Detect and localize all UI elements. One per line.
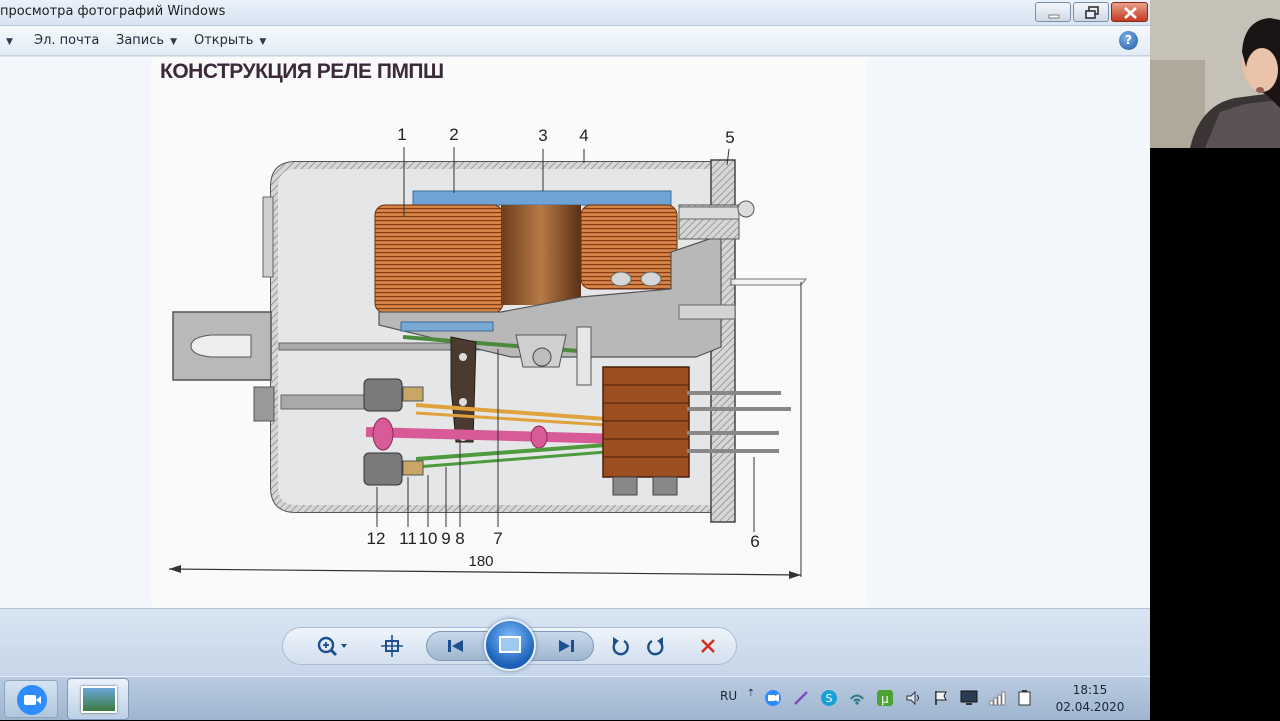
- menu-bar: ▼ Эл. почта Запись ▼ Открыть ▼ ?: [0, 26, 1150, 56]
- dimension-label: 180: [468, 553, 493, 570]
- callout-label: 10: [419, 529, 438, 548]
- minimize-icon: [1048, 14, 1060, 19]
- taskbar: RU ⇡ S µ 18:15 02.04.2020: [0, 676, 1150, 720]
- photo-viewer-window: просмотра фотографий Windows ▼ Эл. почта…: [0, 0, 1150, 720]
- viewer-controls: [0, 608, 1150, 676]
- photo-viewer-app-button[interactable]: [67, 678, 129, 720]
- clock-time: 18:15: [1072, 683, 1108, 697]
- callout-label: 1: [397, 125, 406, 144]
- menu-open-label: Открыть: [194, 33, 254, 48]
- chevron-up-icon[interactable]: ⇡: [742, 685, 760, 703]
- battery-icon[interactable]: [1016, 689, 1034, 707]
- callout-label: 5: [725, 128, 734, 147]
- callout-label: 9: [441, 529, 450, 548]
- callout-label: 8: [455, 529, 464, 548]
- actual-size-icon[interactable]: [377, 632, 407, 660]
- menu-burn[interactable]: Запись ▼: [116, 33, 177, 48]
- flag-icon[interactable]: [932, 689, 950, 707]
- callout-label: 11: [399, 529, 417, 548]
- restore-button[interactable]: [1073, 2, 1109, 22]
- callout-label: 4: [579, 126, 588, 145]
- wifi-hotspot-icon[interactable]: [848, 689, 866, 707]
- image-viewport[interactable]: 1 2 3 4 5 12 11 10 9 8 7 6 180 КОНСТРУКЦ…: [0, 57, 1150, 608]
- callout-label: 12: [367, 529, 386, 548]
- chevron-down-icon: ▼: [259, 37, 267, 47]
- menu-open[interactable]: Открыть ▼: [194, 33, 266, 48]
- system-tray: RU ⇡ S µ 18:15 02.04.2020: [690, 677, 1150, 721]
- presenter-video-icon: [1150, 0, 1280, 148]
- callout-label: 6: [750, 532, 759, 551]
- help-icon[interactable]: ?: [1119, 31, 1138, 50]
- slideshow-icon[interactable]: [484, 619, 536, 671]
- photo-title: КОНСТРУКЦИЯ РЕЛЕ ПМПШ: [160, 60, 444, 83]
- zoom-tray-icon[interactable]: [764, 689, 782, 707]
- svg-text:S: S: [826, 692, 833, 705]
- rotate-left-icon[interactable]: [605, 632, 635, 660]
- close-button[interactable]: [1111, 2, 1148, 22]
- volume-icon[interactable]: [904, 689, 922, 707]
- menu-burn-label: Запись: [116, 33, 165, 48]
- skype-icon[interactable]: S: [820, 689, 838, 707]
- zoom-icon[interactable]: [311, 632, 351, 660]
- previous-icon[interactable]: [441, 632, 471, 660]
- callout-label: 2: [449, 125, 458, 144]
- display-icon[interactable]: [960, 689, 978, 707]
- webcam-video-feed: [1150, 0, 1280, 148]
- zoom-app-icon: [17, 685, 47, 715]
- zoom-app-button[interactable]: [4, 680, 58, 718]
- torrent-icon[interactable]: µ: [876, 689, 894, 707]
- window-title: просмотра фотографий Windows: [0, 4, 226, 19]
- file-menu-caret[interactable]: ▼: [6, 33, 13, 48]
- menu-email-label: Эл. почта: [34, 33, 100, 48]
- pen-icon[interactable]: [792, 689, 810, 707]
- restore-icon: [1085, 6, 1099, 19]
- menu-email[interactable]: Эл. почта: [34, 33, 99, 48]
- svg-text:µ: µ: [881, 692, 889, 706]
- displayed-photo: 1 2 3 4 5 12 11 10 9 8 7 6 180 КОНСТРУКЦ…: [151, 57, 867, 607]
- rotate-right-icon[interactable]: [641, 632, 671, 660]
- minimize-button[interactable]: [1035, 2, 1071, 22]
- callout-label: 7: [493, 529, 502, 548]
- controls-pill: [282, 619, 737, 671]
- chevron-down-icon: ▼: [170, 37, 177, 47]
- next-icon[interactable]: [551, 632, 581, 660]
- signal-bars-icon[interactable]: [988, 689, 1006, 707]
- relay-diagram: 1 2 3 4 5 12 11 10 9 8 7 6 180: [168, 125, 808, 579]
- title-bar[interactable]: просмотра фотографий Windows: [0, 0, 1150, 26]
- black-panel: [1150, 148, 1280, 720]
- photo-viewer-app-icon: [81, 686, 117, 713]
- language-indicator[interactable]: RU: [720, 689, 737, 703]
- clock[interactable]: 18:15 02.04.2020: [1050, 682, 1130, 716]
- close-icon: [1124, 7, 1137, 19]
- clock-date: 02.04.2020: [1055, 700, 1125, 714]
- delete-icon[interactable]: [693, 632, 723, 660]
- callout-label: 3: [538, 126, 547, 145]
